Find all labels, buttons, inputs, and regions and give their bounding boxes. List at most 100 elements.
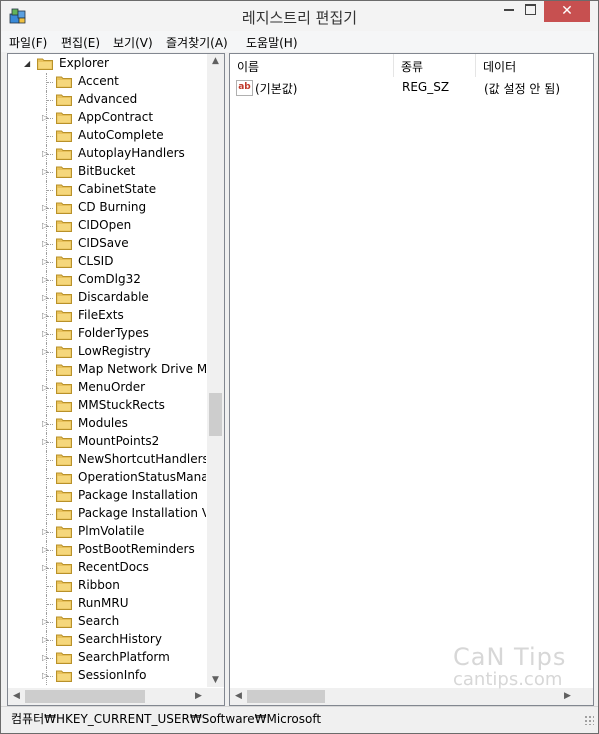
- scroll-right-icon[interactable]: ▶: [559, 691, 576, 701]
- tree-node[interactable]: CabinetState: [8, 181, 206, 199]
- expand-arrow-icon[interactable]: ▷: [42, 563, 48, 572]
- folder-icon: [56, 219, 72, 232]
- tree-node[interactable]: RunMRU: [8, 595, 206, 613]
- title-bar[interactable]: 레지스트리 편집기 ✕: [1, 1, 598, 31]
- tree-node[interactable]: ▷ Modules: [8, 415, 206, 433]
- tree-node[interactable]: Accent: [8, 73, 206, 91]
- tree-guide-line: [47, 586, 53, 587]
- expand-arrow-icon[interactable]: ▷: [42, 635, 48, 644]
- tree-node[interactable]: ▷ CD Burning: [8, 199, 206, 217]
- minimize-button[interactable]: [504, 9, 514, 11]
- expand-arrow-icon[interactable]: ▷: [42, 329, 48, 338]
- tree-node[interactable]: MMStuckRects: [8, 397, 206, 415]
- expand-arrow-icon[interactable]: ▷: [42, 203, 48, 212]
- tree-node[interactable]: ▷ SearchPlatform: [8, 649, 206, 667]
- scroll-left-icon[interactable]: ◀: [8, 691, 25, 701]
- tree-vertical-scrollbar[interactable]: ▲ ▼: [207, 54, 224, 687]
- column-header-type[interactable]: 종류: [394, 54, 476, 77]
- tree-node[interactable]: Package Installation Version: [8, 505, 206, 523]
- tree-node[interactable]: ▷ BitBucket: [8, 163, 206, 181]
- tree-node[interactable]: Map Network Drive MRU: [8, 361, 206, 379]
- tree-node[interactable]: ▷ FileExts: [8, 307, 206, 325]
- tree-node[interactable]: ▷ Search: [8, 613, 206, 631]
- tree-node[interactable]: ▷ AppContract: [8, 109, 206, 127]
- tree-node[interactable]: ▷ SessionInfo: [8, 667, 206, 685]
- expand-arrow-icon[interactable]: ▷: [42, 275, 48, 284]
- expand-arrow-icon[interactable]: ▷: [42, 617, 48, 626]
- menu-view[interactable]: 보기(V): [113, 34, 153, 51]
- expand-arrow-icon[interactable]: ▷: [42, 383, 48, 392]
- expand-arrow-icon[interactable]: ▷: [42, 293, 48, 302]
- tree-node[interactable]: ▷ MountPoints2: [8, 433, 206, 451]
- expand-arrow-icon[interactable]: ▷: [42, 149, 48, 158]
- scroll-left-icon[interactable]: ◀: [230, 691, 247, 701]
- tree-node[interactable]: ▷ CIDOpen: [8, 217, 206, 235]
- tree-node[interactable]: ▷ Discardable: [8, 289, 206, 307]
- column-header-name[interactable]: 이름: [230, 54, 394, 77]
- tree-node[interactable]: ▷ PostBootReminders: [8, 541, 206, 559]
- tree-node[interactable]: ▷ CLSID: [8, 253, 206, 271]
- tree-node-label: Search: [78, 614, 120, 628]
- maximize-button[interactable]: [525, 4, 536, 15]
- folder-icon: [56, 615, 72, 628]
- expand-arrow-icon[interactable]: ▷: [42, 671, 48, 680]
- expand-arrow-icon[interactable]: ▷: [42, 347, 48, 356]
- tree-node-label: CLSID: [78, 254, 114, 268]
- scroll-right-icon[interactable]: ▶: [190, 691, 207, 701]
- tree-node-label: CabinetState: [78, 182, 157, 196]
- tree-node-label: MenuOrder: [78, 380, 146, 394]
- tree-horizontal-scrollbar[interactable]: ◀ ▶: [8, 688, 224, 705]
- value-row[interactable]: ab (기본값) REG_SZ (값 설정 안 됨): [230, 78, 593, 97]
- tree-horizontal-scroll-thumb[interactable]: [25, 690, 145, 703]
- scroll-down-icon[interactable]: ▼: [207, 675, 224, 685]
- tree-node[interactable]: ▷ ComDlg32: [8, 271, 206, 289]
- column-header-data[interactable]: 데이터: [476, 54, 593, 77]
- expand-arrow-icon[interactable]: ▷: [42, 239, 48, 248]
- tree-node[interactable]: OperationStatusManager: [8, 469, 206, 487]
- expand-arrow-icon[interactable]: ▷: [42, 167, 48, 176]
- folder-icon: [56, 651, 72, 664]
- tree-vertical-scroll-thumb[interactable]: [209, 393, 222, 436]
- close-button[interactable]: ✕: [544, 1, 590, 22]
- tree-node[interactable]: ▷ AutoplayHandlers: [8, 145, 206, 163]
- expand-arrow-icon[interactable]: ▷: [42, 311, 48, 320]
- menu-edit[interactable]: 편집(E): [61, 34, 100, 51]
- list-horizontal-scroll-thumb[interactable]: [247, 690, 325, 703]
- expand-arrow-icon[interactable]: ▷: [42, 545, 48, 554]
- expand-arrow-icon[interactable]: ▷: [42, 113, 48, 122]
- tree-node[interactable]: ▷ RecentDocs: [8, 559, 206, 577]
- values-list-pane[interactable]: 이름 종류 데이터 ab (기본값) REG_SZ (값 설정 안 됨) ◀ ▶: [229, 53, 594, 706]
- tree-node-label: SessionInfo: [78, 668, 147, 682]
- tree-node-label: Package Installation: [78, 488, 199, 502]
- menu-file[interactable]: 파일(F): [9, 34, 47, 51]
- tree-node[interactable]: ▷ PlmVolatile: [8, 523, 206, 541]
- scroll-up-icon[interactable]: ▲: [207, 56, 224, 66]
- tree-node-explorer[interactable]: ◢ Explorer: [8, 55, 206, 73]
- folder-icon: [56, 669, 72, 682]
- tree-node[interactable]: ▷ FolderTypes: [8, 325, 206, 343]
- resize-grip-icon[interactable]: [584, 715, 594, 725]
- tree-node[interactable]: ▷ LowRegistry: [8, 343, 206, 361]
- tree-node[interactable]: ▷ SearchHistory: [8, 631, 206, 649]
- tree-node[interactable]: ▷ CIDSave: [8, 235, 206, 253]
- expand-arrow-icon[interactable]: ▷: [42, 257, 48, 266]
- collapse-arrow-icon[interactable]: ◢: [24, 59, 30, 68]
- menu-help[interactable]: 도움말(H): [246, 34, 298, 51]
- folder-icon: [56, 255, 72, 268]
- tree-node[interactable]: NewShortcutHandlers: [8, 451, 206, 469]
- menu-favorites[interactable]: 즐겨찾기(A): [166, 34, 228, 51]
- tree-guide-line: [47, 604, 53, 605]
- tree-node[interactable]: Package Installation: [8, 487, 206, 505]
- folder-icon: [56, 399, 72, 412]
- expand-arrow-icon[interactable]: ▷: [42, 527, 48, 536]
- expand-arrow-icon[interactable]: ▷: [42, 221, 48, 230]
- list-horizontal-scrollbar[interactable]: ◀ ▶: [230, 688, 593, 705]
- tree-node[interactable]: Ribbon: [8, 577, 206, 595]
- key-tree-pane[interactable]: ◢ Explorer Accent Advanced ▷ AppContract AutoC…: [7, 53, 225, 706]
- tree-node[interactable]: Advanced: [8, 91, 206, 109]
- expand-arrow-icon[interactable]: ▷: [42, 653, 48, 662]
- tree-node[interactable]: ▷ MenuOrder: [8, 379, 206, 397]
- expand-arrow-icon[interactable]: ▷: [42, 437, 48, 446]
- expand-arrow-icon[interactable]: ▷: [42, 419, 48, 428]
- tree-node[interactable]: AutoComplete: [8, 127, 206, 145]
